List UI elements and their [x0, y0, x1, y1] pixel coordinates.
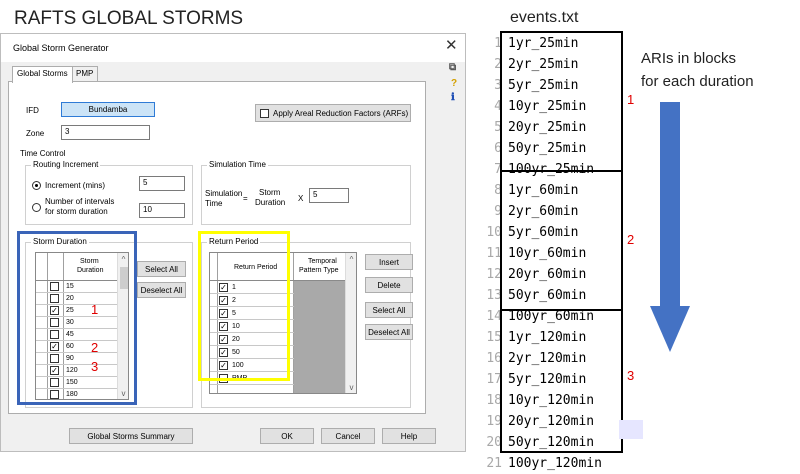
- tab-global-storms[interactable]: Global Storms: [12, 66, 73, 83]
- arf-checkbox[interactable]: [260, 108, 269, 118]
- temporal-header-1: Temporal: [308, 258, 337, 265]
- sim-x: X: [298, 194, 304, 203]
- copy-icon[interactable]: ⧉: [449, 62, 456, 73]
- line-number: 18: [486, 393, 502, 408]
- line-number: 19: [486, 414, 502, 429]
- storm-label-1: Storm: [259, 188, 281, 197]
- line-number: 13: [486, 288, 502, 303]
- sim-label-1: Simulation: [205, 189, 243, 198]
- return-period-scrollbar[interactable]: ^ v: [345, 253, 356, 393]
- line-number: 17: [486, 372, 502, 387]
- help-icon[interactable]: ?: [451, 78, 457, 89]
- line-number: 4: [494, 99, 502, 114]
- line-number: 3: [494, 78, 502, 93]
- duration-annotation-1: 1: [91, 302, 99, 317]
- storm-select-all-button[interactable]: Select All: [137, 261, 186, 277]
- line-number: 7: [494, 162, 502, 177]
- increment-radio[interactable]: [32, 181, 41, 190]
- note-line-1: ARIs in blocks: [641, 50, 737, 67]
- block-box-60min: [500, 170, 623, 311]
- sim-equals: =: [243, 194, 248, 203]
- rp-select-all-button[interactable]: Select All: [365, 302, 413, 318]
- dialog-title: Global Storm Generator: [13, 43, 109, 53]
- scroll-up-icon[interactable]: ^: [346, 255, 356, 264]
- ifd-label: IFD: [26, 106, 39, 115]
- block-annotation-1: 1: [627, 92, 635, 107]
- close-icon[interactable]: ✕: [445, 38, 458, 53]
- note-line-2: for each duration: [641, 73, 754, 90]
- arf-label: Apply Areal Reduction Factors (ARFs): [273, 108, 409, 118]
- text-cursor-highlight: [619, 420, 643, 439]
- line-number: 5: [494, 120, 502, 135]
- grid-line: [210, 384, 294, 385]
- storm-duration-highlight: [17, 231, 137, 405]
- duration-annotation-3: 3: [91, 359, 99, 374]
- event-line[interactable]: 100yr_120min: [508, 453, 602, 474]
- ok-button[interactable]: OK: [260, 428, 314, 444]
- line-number: 6: [494, 141, 502, 156]
- line-number: 2: [494, 57, 502, 72]
- increment-label: Increment (mins): [45, 181, 106, 190]
- info-icon[interactable]: ℹ: [451, 92, 455, 103]
- global-storms-summary-button[interactable]: Global Storms Summary: [69, 428, 193, 444]
- line-number: 11: [486, 246, 502, 261]
- storm-deselect-all-button[interactable]: Deselect All: [137, 282, 186, 298]
- line-number: 20: [486, 435, 502, 450]
- zone-input[interactable]: 3: [61, 125, 150, 140]
- delete-button[interactable]: Delete: [365, 277, 413, 293]
- arf-button[interactable]: Apply Areal Reduction Factors (ARFs): [255, 104, 411, 122]
- line-number: 21: [486, 456, 502, 471]
- ifd-button[interactable]: Bundamba: [61, 102, 155, 117]
- intervals-radio[interactable]: [32, 203, 41, 212]
- dialog-titlebar: Global Storm Generator ✕: [1, 34, 465, 62]
- line-number: 15: [486, 330, 502, 345]
- events-filename: events.txt: [510, 9, 579, 26]
- page-title: RAFTS GLOBAL STORMS: [14, 8, 244, 29]
- tab-pmp[interactable]: PMP: [71, 66, 99, 82]
- line-number: 9: [494, 204, 502, 219]
- increment-input[interactable]: 5: [139, 176, 185, 191]
- storm-label-2: Duration: [255, 198, 286, 207]
- cancel-button[interactable]: Cancel: [321, 428, 375, 444]
- arrow-head: [650, 306, 690, 352]
- routing-increment-label: Routing Increment: [31, 160, 101, 169]
- block-box-25min: [500, 31, 623, 172]
- down-arrow-icon: [650, 102, 690, 352]
- line-number: 14: [486, 309, 502, 324]
- arrow-shaft: [660, 102, 680, 308]
- duration-annotation-2: 2: [91, 340, 99, 355]
- intervals-label-2: for storm duration: [45, 207, 108, 216]
- line-number: 8: [494, 183, 502, 198]
- simulation-time-label: Simulation Time: [207, 160, 268, 169]
- line-number: 1: [494, 36, 502, 51]
- help-button[interactable]: Help: [382, 428, 436, 444]
- block-box-120min: [500, 309, 623, 453]
- time-control-label: Time Control: [20, 149, 66, 158]
- temporal-header-2: Pattern Type: [299, 267, 339, 274]
- scroll-down-icon[interactable]: v: [346, 383, 356, 392]
- block-annotation-2: 2: [627, 232, 635, 247]
- intervals-label-1: Number of intervals: [45, 197, 115, 206]
- zone-label: Zone: [26, 129, 45, 138]
- temporal-pattern-column[interactable]: [294, 281, 346, 393]
- rp-deselect-all-button[interactable]: Deselect All: [365, 324, 413, 340]
- intervals-input[interactable]: 10: [139, 203, 185, 218]
- block-annotation-3: 3: [627, 368, 635, 383]
- line-number: 12: [486, 267, 502, 282]
- return-period-highlight: [198, 231, 290, 381]
- sim-input[interactable]: 5: [309, 188, 349, 203]
- line-number: 10: [486, 225, 502, 240]
- insert-button[interactable]: Insert: [365, 254, 413, 270]
- sim-label-2: Time: [205, 199, 223, 208]
- line-number: 16: [486, 351, 502, 366]
